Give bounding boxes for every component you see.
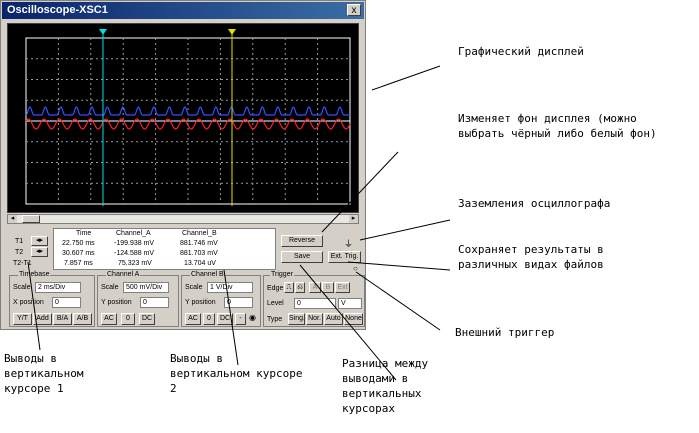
annotation-diff-line2: выводами в <box>342 372 409 385</box>
leader-display <box>371 65 441 91</box>
leader-cursor-2 <box>223 269 239 366</box>
annotation-background-line2: выбрать чёрный либо белый фон) <box>458 127 657 140</box>
annotation-diff-line3: вертикальных <box>342 387 422 400</box>
annotation-save-line1: Сохраняет результаты в <box>458 243 604 256</box>
leader-save <box>347 261 451 271</box>
annotation-save-line2: различных видах файлов <box>458 258 604 271</box>
annotation-diff-line4: курсорах <box>342 402 395 415</box>
leader-ground <box>359 219 451 241</box>
annotation-cursor2-line1: Выводы в <box>170 352 223 365</box>
annotation-trigger: Внешний триггер <box>455 326 555 339</box>
annotation-diff-line1: Разница между <box>342 357 429 370</box>
annotation-cursor2-line3: 2 <box>170 382 177 395</box>
annotation-cursor1-line2: вертикальном <box>4 367 84 380</box>
annotation-cursor2-line2: вертикальном курсоре <box>170 367 303 380</box>
annotation-background-line1: Изменяет фон дисплея (можно <box>458 112 637 125</box>
annotation-ground: Заземления осциллографа <box>458 197 611 210</box>
leader-trigger <box>355 271 441 331</box>
leader-background <box>321 151 399 233</box>
annotation-display: Графический дисплей <box>458 45 584 58</box>
leader-cursor-1 <box>27 261 41 351</box>
annotation-cursor1-line3: курсоре 1 <box>4 382 64 395</box>
annotation-cursor1-line1: Выводы в <box>4 352 57 365</box>
